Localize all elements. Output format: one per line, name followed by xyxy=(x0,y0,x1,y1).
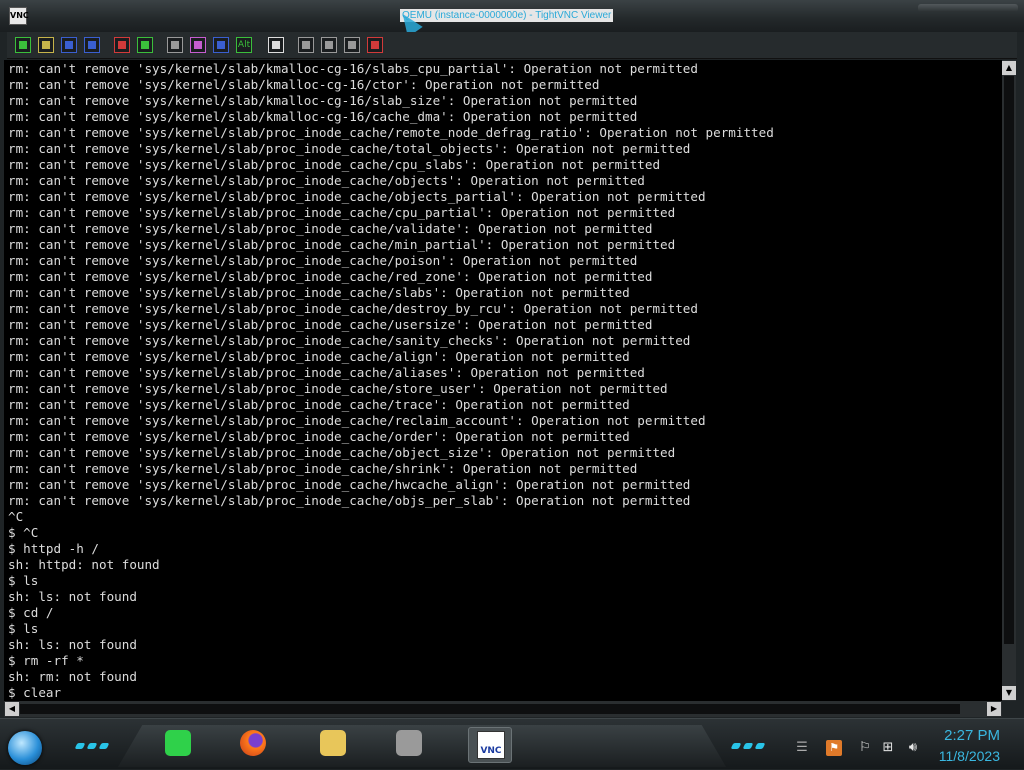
vnc-toolbar: Alt xyxy=(7,32,1017,59)
refresh-icon[interactable] xyxy=(137,37,153,53)
remote-terminal[interactable]: rm: can't remove 'sys/kernel/slab/kmallo… xyxy=(4,60,1002,701)
zoom-out-icon[interactable] xyxy=(321,37,337,53)
window-controls[interactable] xyxy=(918,4,1018,12)
dock-accent xyxy=(74,743,86,749)
volume-icon[interactable]: 🔊︎ xyxy=(905,740,921,756)
new-connection-icon[interactable] xyxy=(15,37,31,53)
title-bar: VNC QEMU (instance-0000000e) - TightVNC … xyxy=(0,0,1024,38)
options-icon[interactable] xyxy=(61,37,77,53)
start-button[interactable] xyxy=(8,731,42,765)
clock-time[interactable]: 2:27 PM xyxy=(944,727,1000,744)
file-explorer-icon-glyph xyxy=(320,730,346,756)
zoom-auto-icon[interactable] xyxy=(367,37,383,53)
firewall-icon[interactable] xyxy=(388,727,430,761)
network-icon[interactable]: ⊞ xyxy=(880,740,896,756)
horizontal-scroll-thumb[interactable] xyxy=(20,704,960,714)
flag-icon[interactable]: ⚐ xyxy=(857,740,873,756)
firewall-icon-glyph xyxy=(396,730,422,756)
vertical-scroll-thumb[interactable] xyxy=(1004,76,1014,644)
alt-key-label: Alt xyxy=(237,40,251,50)
dock-accent xyxy=(730,743,742,749)
notes-app-icon-glyph xyxy=(165,730,191,756)
ctrl-key-icon[interactable] xyxy=(213,37,229,53)
ctrl-alt-del-icon[interactable] xyxy=(167,37,183,53)
taskbar: VNC ☰ ⚑ ⚐ ⊞ 🔊︎ 2:27 PM 11/8/2023 xyxy=(0,718,1024,769)
firefox-icon-glyph xyxy=(240,730,266,756)
connection-info-icon[interactable] xyxy=(84,37,100,53)
dock-accent xyxy=(742,743,754,749)
pause-icon[interactable] xyxy=(114,37,130,53)
firefox-icon[interactable] xyxy=(232,727,274,761)
alt-key-icon[interactable]: Alt xyxy=(236,37,252,53)
scroll-left-icon[interactable]: ◀ xyxy=(5,702,19,716)
zoom-in-icon[interactable] xyxy=(298,37,314,53)
ctrl-esc-icon[interactable] xyxy=(190,37,206,53)
terminal-output: rm: can't remove 'sys/kernel/slab/kmallo… xyxy=(8,61,774,700)
horizontal-scrollbar[interactable]: ◀ ▶ xyxy=(4,701,1002,717)
zoom-fit-icon[interactable] xyxy=(344,37,360,53)
notification-app-icon[interactable]: ⚑ xyxy=(826,740,842,756)
file-explorer-icon[interactable] xyxy=(312,727,354,761)
tightvnc-icon-glyph: VNC xyxy=(477,731,505,759)
scroll-down-icon[interactable]: ▼ xyxy=(1002,686,1016,700)
vertical-scrollbar[interactable]: ▲ ▼ xyxy=(1002,60,1016,701)
show-desktop-icon[interactable]: ☰ xyxy=(794,740,810,756)
scroll-up-icon[interactable]: ▲ xyxy=(1002,61,1016,75)
dock-accent xyxy=(98,743,110,749)
notes-app-icon[interactable] xyxy=(157,727,199,761)
dock-accent xyxy=(86,743,98,749)
window-title: QEMU (instance-0000000e) - TightVNC View… xyxy=(400,9,614,22)
fullscreen-icon[interactable] xyxy=(268,37,284,53)
scroll-right-icon[interactable]: ▶ xyxy=(987,702,1001,716)
tightvnc-icon[interactable]: VNC xyxy=(468,727,512,763)
clock-date[interactable]: 11/8/2023 xyxy=(939,748,1000,764)
dock-accent xyxy=(754,743,766,749)
vnc-app-icon[interactable]: VNC xyxy=(9,7,29,25)
save-session-icon[interactable] xyxy=(38,37,54,53)
